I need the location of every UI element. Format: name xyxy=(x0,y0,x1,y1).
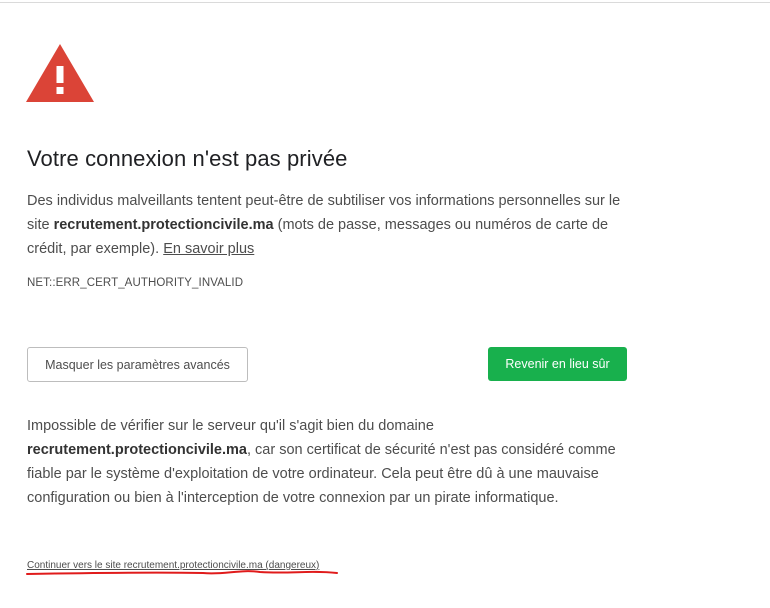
page-title: Votre connexion n'est pas privée xyxy=(27,146,348,171)
host-name: recrutement.protectioncivile.ma xyxy=(53,217,274,233)
details-message: Impossible de vérifier sur le serveur qu… xyxy=(27,414,627,510)
hide-advanced-button[interactable]: Masquer les paramètres avancés xyxy=(27,347,248,382)
error-code: NET::ERR_CERT_AUTHORITY_INVALID xyxy=(27,277,244,289)
warning-triangle-icon xyxy=(26,44,94,102)
details-host-name: recrutement.protectioncivile.ma xyxy=(27,442,247,458)
learn-more-link[interactable]: En savoir plus xyxy=(163,241,254,257)
top-divider xyxy=(0,2,770,3)
back-to-safety-button[interactable]: Revenir en lieu sûr xyxy=(488,347,627,381)
details-text: Impossible de vérifier sur le serveur qu… xyxy=(27,418,434,434)
annotation-underline xyxy=(26,570,338,575)
main-message: Des individus malveillants tentent peut-… xyxy=(27,189,637,261)
interstitial-page: Votre connexion n'est pas privée Des ind… xyxy=(0,0,770,608)
